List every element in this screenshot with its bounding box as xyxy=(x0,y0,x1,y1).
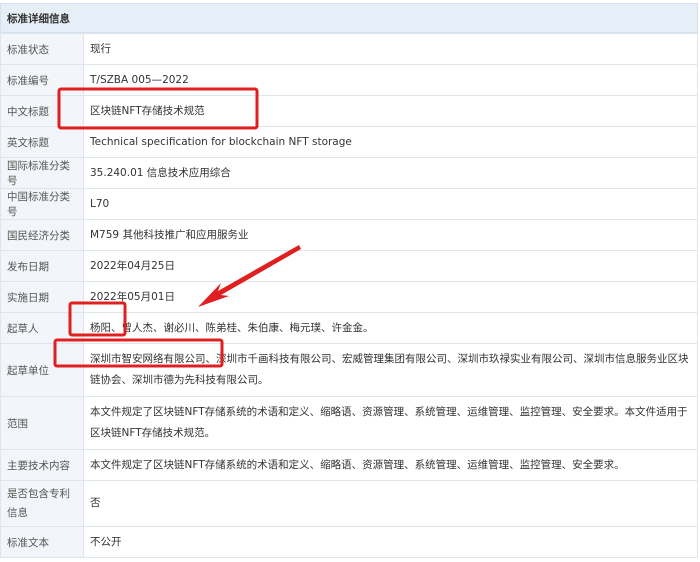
row-value: 2022年05月01日 xyxy=(83,281,698,313)
table-row: 起草单位 深圳市智安网络有限公司、深圳市千画科技有限公司、宏威管理集团有限公司、… xyxy=(0,343,698,397)
table-row: 是否包含专利信息 否 xyxy=(0,480,698,527)
table-row: 主要技术内容 本文件规定了区块链NFT存储系统的术语和定义、缩略语、资源管理、系… xyxy=(0,449,698,481)
panel-title: 标准详细信息 xyxy=(0,3,698,33)
row-label: 中文标题 xyxy=(0,95,84,127)
row-label: 国民经济分类 xyxy=(0,219,84,251)
row-label: 发布日期 xyxy=(0,250,84,282)
row-value: 35.240.01 信息技术应用综合 xyxy=(83,157,698,189)
row-value: 深圳市智安网络有限公司、深圳市千画科技有限公司、宏威管理集团有限公司、深圳市玖禄… xyxy=(83,343,698,397)
table-row: 起草人 杨阳、曾人杰、谢必川、陈弟桂、朱伯康、梅元璞、许金金。 xyxy=(0,312,698,344)
table-row: 中文标题 区块链NFT存储技术规范 xyxy=(0,95,698,127)
table-row: 国际标准分类号 35.240.01 信息技术应用综合 xyxy=(0,157,698,189)
table-row: 范围 本文件规定了区块链NFT存储系统的术语和定义、缩略语、资源管理、系统管理、… xyxy=(0,396,698,450)
table-row: 国民经济分类 M759 其他科技推广和应用服务业 xyxy=(0,219,698,251)
row-label: 标准文本 xyxy=(0,526,84,558)
row-value: T/SZBA 005—2022 xyxy=(83,64,698,96)
row-label: 中国标准分类号 xyxy=(0,188,84,220)
table-row: 英文标题 Technical specification for blockch… xyxy=(0,126,698,158)
row-label: 国际标准分类号 xyxy=(0,157,84,189)
row-label: 范围 xyxy=(0,396,84,450)
row-label: 主要技术内容 xyxy=(0,449,84,481)
detail-table: 标准状态 现行 标准编号 T/SZBA 005—2022 中文标题 区块链NFT… xyxy=(0,33,698,558)
row-label: 起草单位 xyxy=(0,343,84,397)
row-value: 本文件规定了区块链NFT存储系统的术语和定义、缩略语、资源管理、系统管理、运维管… xyxy=(83,396,698,450)
table-row: 实施日期 2022年05月01日 xyxy=(0,281,698,313)
row-value: 2022年04月25日 xyxy=(83,250,698,282)
row-value: 现行 xyxy=(83,33,698,65)
row-value: M759 其他科技推广和应用服务业 xyxy=(83,219,698,251)
row-value: Technical specification for blockchain N… xyxy=(83,126,698,158)
row-value: 杨阳、曾人杰、谢必川、陈弟桂、朱伯康、梅元璞、许金金。 xyxy=(83,312,698,344)
table-row: 标准文本 不公开 xyxy=(0,526,698,558)
row-value: 区块链NFT存储技术规范 xyxy=(83,95,698,127)
table-row: 发布日期 2022年04月25日 xyxy=(0,250,698,282)
row-value: L70 xyxy=(83,188,698,220)
row-label: 起草人 xyxy=(0,312,84,344)
row-label: 实施日期 xyxy=(0,281,84,313)
row-label: 标准状态 xyxy=(0,33,84,65)
row-label: 英文标题 xyxy=(0,126,84,158)
table-row: 标准编号 T/SZBA 005—2022 xyxy=(0,64,698,96)
row-value: 不公开 xyxy=(83,526,698,558)
row-value: 否 xyxy=(83,480,698,527)
standard-detail-panel: 标准详细信息 标准状态 现行 标准编号 T/SZBA 005—2022 中文标题… xyxy=(0,0,700,562)
row-label: 是否包含专利信息 xyxy=(0,480,84,527)
table-row: 中国标准分类号 L70 xyxy=(0,188,698,220)
row-value: 本文件规定了区块链NFT存储系统的术语和定义、缩略语、资源管理、系统管理、运维管… xyxy=(83,449,698,481)
table-row: 标准状态 现行 xyxy=(0,33,698,65)
row-label: 标准编号 xyxy=(0,64,84,96)
